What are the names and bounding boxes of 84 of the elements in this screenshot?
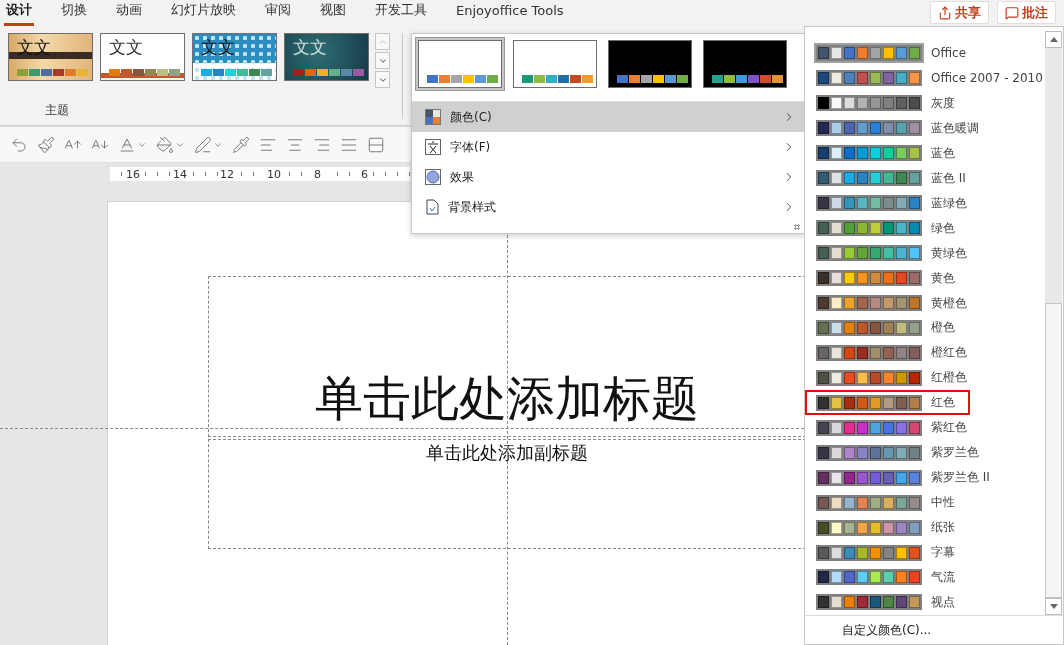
comment-button[interactable]: 批注 bbox=[997, 1, 1056, 24]
scroll-down-button[interactable] bbox=[1045, 598, 1062, 615]
text-box-icon bbox=[367, 135, 385, 154]
ribbon-tab[interactable]: 动画 bbox=[114, 0, 144, 26]
subtitle-text: 单击此处添加副标题 bbox=[426, 441, 588, 465]
custom-colors-item[interactable]: 自定义颜色(C)... bbox=[842, 621, 932, 639]
guide-line[interactable] bbox=[507, 235, 508, 645]
color-scheme-item[interactable]: 黄色 bbox=[805, 265, 1045, 291]
expand-button[interactable] bbox=[375, 71, 390, 88]
paintbrush-icon bbox=[37, 135, 55, 154]
variant-thumbnail[interactable] bbox=[510, 37, 600, 91]
page-icon bbox=[425, 199, 439, 215]
theme-thumbnail[interactable]: 文文 bbox=[8, 33, 93, 81]
guide-line[interactable] bbox=[0, 428, 804, 429]
theme-sample-text: 文文 bbox=[292, 36, 327, 59]
ruler-number: 16 bbox=[124, 167, 138, 181]
toolbar-button[interactable] bbox=[232, 135, 250, 154]
color-grid-icon bbox=[425, 109, 441, 125]
resize-grip-icon[interactable] bbox=[794, 224, 800, 230]
theme-thumbnail[interactable]: 文文 bbox=[100, 33, 185, 81]
font-box-icon bbox=[425, 139, 441, 155]
theme-sample-text: 文文 bbox=[108, 36, 143, 59]
scroll-up-button[interactable] bbox=[1045, 31, 1062, 48]
color-scheme-item[interactable]: 纸张 bbox=[805, 515, 1045, 541]
color-scheme-item[interactable]: 蓝色 bbox=[805, 140, 1045, 166]
color-scheme-item[interactable]: 紫罗兰色 II bbox=[805, 465, 1045, 491]
circle-effect-icon bbox=[425, 169, 441, 185]
triangle-down-icon bbox=[1049, 604, 1058, 609]
ruler-number: 10 bbox=[265, 167, 279, 181]
ribbon-tab[interactable]: 开发工具 bbox=[373, 0, 429, 26]
color-scheme-item[interactable]: 气流 bbox=[805, 565, 1045, 590]
color-scheme-item[interactable]: 紫罗兰色 bbox=[805, 440, 1045, 466]
toolbar-button[interactable] bbox=[367, 135, 385, 154]
scrollbar[interactable] bbox=[1045, 31, 1062, 615]
color-scheme-item[interactable]: 红橙色 bbox=[805, 365, 1045, 391]
share-icon bbox=[938, 5, 952, 20]
color-scheme-item[interactable]: 蓝色暖调 bbox=[805, 115, 1045, 141]
ruler-number: 14 bbox=[171, 167, 185, 181]
color-scheme-item[interactable]: 橙色 bbox=[805, 315, 1045, 341]
menu-item[interactable]: 颜色(C) bbox=[412, 102, 804, 132]
color-scheme-item[interactable]: 红色 bbox=[805, 390, 1045, 416]
menu-item[interactable]: 背景样式 bbox=[412, 192, 804, 222]
ribbon-tab[interactable]: 视图 bbox=[318, 0, 348, 26]
color-scheme-item[interactable]: 中性 bbox=[805, 490, 1045, 516]
ruler-number: 8 bbox=[312, 167, 326, 181]
toolbar-button[interactable] bbox=[10, 135, 28, 154]
color-scheme-item[interactable]: 黄橙色 bbox=[805, 290, 1045, 316]
color-scheme-item[interactable]: 蓝绿色 bbox=[805, 190, 1045, 216]
color-scheme-item[interactable]: 黄绿色 bbox=[805, 240, 1045, 266]
comment-icon bbox=[1005, 5, 1019, 20]
eyedropper-icon bbox=[232, 135, 250, 154]
color-scheme-item[interactable]: 蓝色 II bbox=[805, 165, 1045, 191]
triangle-up-icon bbox=[1049, 37, 1058, 42]
ribbon-tab[interactable]: 审阅 bbox=[263, 0, 293, 26]
paint-bucket-icon bbox=[156, 135, 174, 154]
pen-icon bbox=[194, 135, 212, 154]
ribbon-tab[interactable]: Enjoyoffice Tools bbox=[454, 0, 566, 25]
toolbar-button[interactable] bbox=[37, 135, 55, 154]
title-text: 单击此处添加标题 bbox=[315, 369, 699, 428]
variant-thumbnail[interactable] bbox=[700, 37, 790, 91]
toolbar-button[interactable] bbox=[156, 135, 185, 154]
color-scheme-item[interactable]: 绿色 bbox=[805, 215, 1045, 241]
color-scheme-item[interactable]: Office 2007 - 2010 bbox=[805, 65, 1045, 91]
color-scheme-item[interactable]: 紫红色 bbox=[805, 415, 1045, 441]
color-scheme-item[interactable]: 视点 bbox=[805, 589, 1045, 615]
ribbon-tab[interactable]: 切换 bbox=[59, 0, 89, 26]
undo-icon bbox=[10, 135, 28, 154]
color-scheme-item[interactable]: 橙红色 bbox=[805, 340, 1045, 366]
menu-item[interactable]: 效果 bbox=[412, 162, 804, 192]
share-button[interactable]: 共享 bbox=[930, 1, 989, 24]
ribbon-tab[interactable]: 幻灯片放映 bbox=[169, 0, 238, 26]
color-scheme-item[interactable]: Office bbox=[805, 41, 1045, 66]
group-label: 主题 bbox=[45, 102, 70, 119]
variant-thumbnail[interactable] bbox=[415, 37, 505, 91]
menu-item[interactable]: 字体(F) bbox=[412, 132, 804, 162]
theme-sample-text: 文文 bbox=[16, 36, 51, 59]
theme-thumbnail[interactable]: 文文 bbox=[284, 33, 369, 81]
color-scheme-item[interactable]: 字幕 bbox=[805, 540, 1045, 565]
ruler-number: 12 bbox=[218, 167, 232, 181]
variant-thumbnail[interactable] bbox=[605, 37, 695, 91]
theme-sample-text: 文文 bbox=[200, 36, 235, 59]
toolbar-button[interactable] bbox=[194, 135, 223, 154]
theme-thumbnail[interactable]: 文文 bbox=[192, 33, 277, 81]
color-scheme-item[interactable]: 灰度 bbox=[805, 90, 1045, 116]
